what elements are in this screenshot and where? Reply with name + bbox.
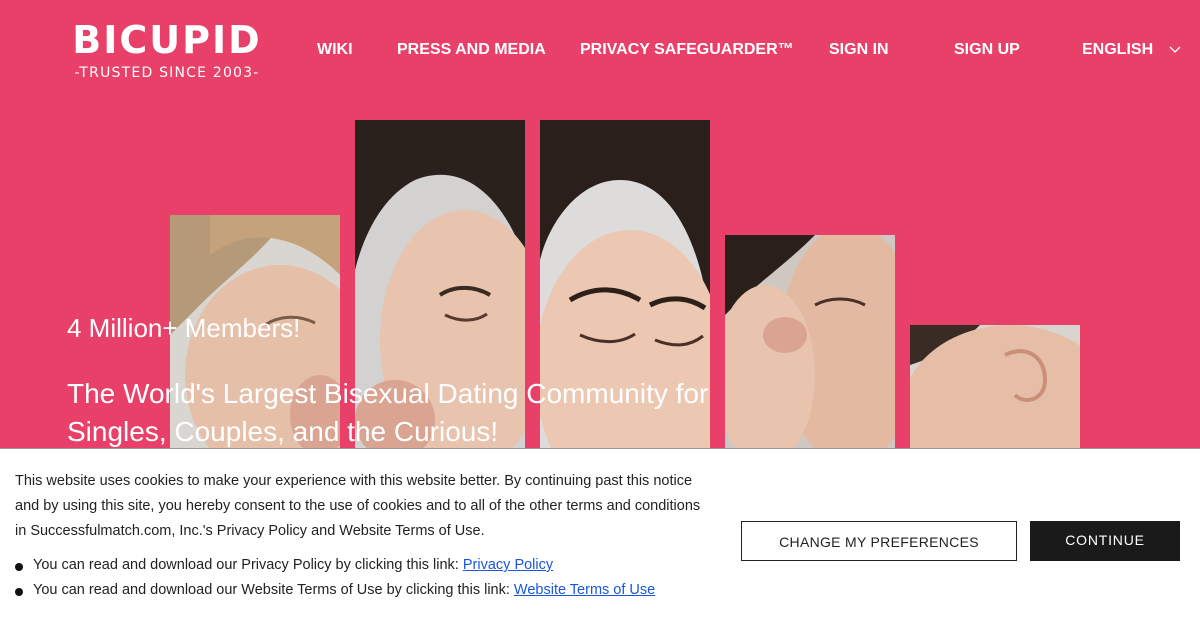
change-preferences-button[interactable]: CHANGE MY PREFERENCES (741, 521, 1017, 561)
site-logo[interactable]: BICUPID -TRUSTED SINCE 2003- (66, 18, 268, 82)
cookie-consent-banner: This website uses cookies to make your e… (0, 448, 1200, 630)
nav-privacy-safeguarder[interactable]: PRIVACY SAFEGUARDER™ (580, 40, 794, 60)
hero-tagline: The World's Largest Bisexual Dating Comm… (67, 378, 709, 447)
nav-press-and-media[interactable]: PRESS AND MEDIA (397, 40, 546, 60)
privacy-policy-prefix: You can read and download our Privacy Po… (33, 557, 459, 573)
logo-tagline: -TRUSTED SINCE 2003- (74, 65, 260, 81)
hero-photo-5 (910, 325, 1080, 448)
list-item: You can read and download our Website Te… (15, 578, 655, 603)
nav-wiki[interactable]: WIKI (317, 40, 353, 60)
privacy-policy-link[interactable]: Privacy Policy (463, 557, 553, 573)
hero-photo-4 (725, 235, 895, 448)
terms-of-use-prefix: You can read and download our Website Te… (33, 582, 510, 598)
logo-wordmark: BICUPID (72, 18, 262, 62)
cookie-links-list: You can read and download our Privacy Po… (15, 553, 655, 603)
nav-sign-in[interactable]: SIGN IN (829, 40, 889, 60)
language-selector[interactable]: ENGLISH (1082, 40, 1153, 60)
bullet-icon (15, 588, 23, 596)
bullet-icon (15, 563, 23, 571)
list-item: You can read and download our Privacy Po… (15, 553, 655, 578)
nav-sign-up[interactable]: SIGN UP (954, 40, 1020, 60)
cookie-notice-text: This website uses cookies to make your e… (15, 473, 701, 539)
member-count-headline: 4 Million+ Members! (67, 313, 301, 343)
continue-button[interactable]: CONTINUE (1030, 521, 1180, 561)
terms-of-use-link[interactable]: Website Terms of Use (514, 582, 655, 598)
chevron-down-icon[interactable] (1168, 42, 1182, 56)
